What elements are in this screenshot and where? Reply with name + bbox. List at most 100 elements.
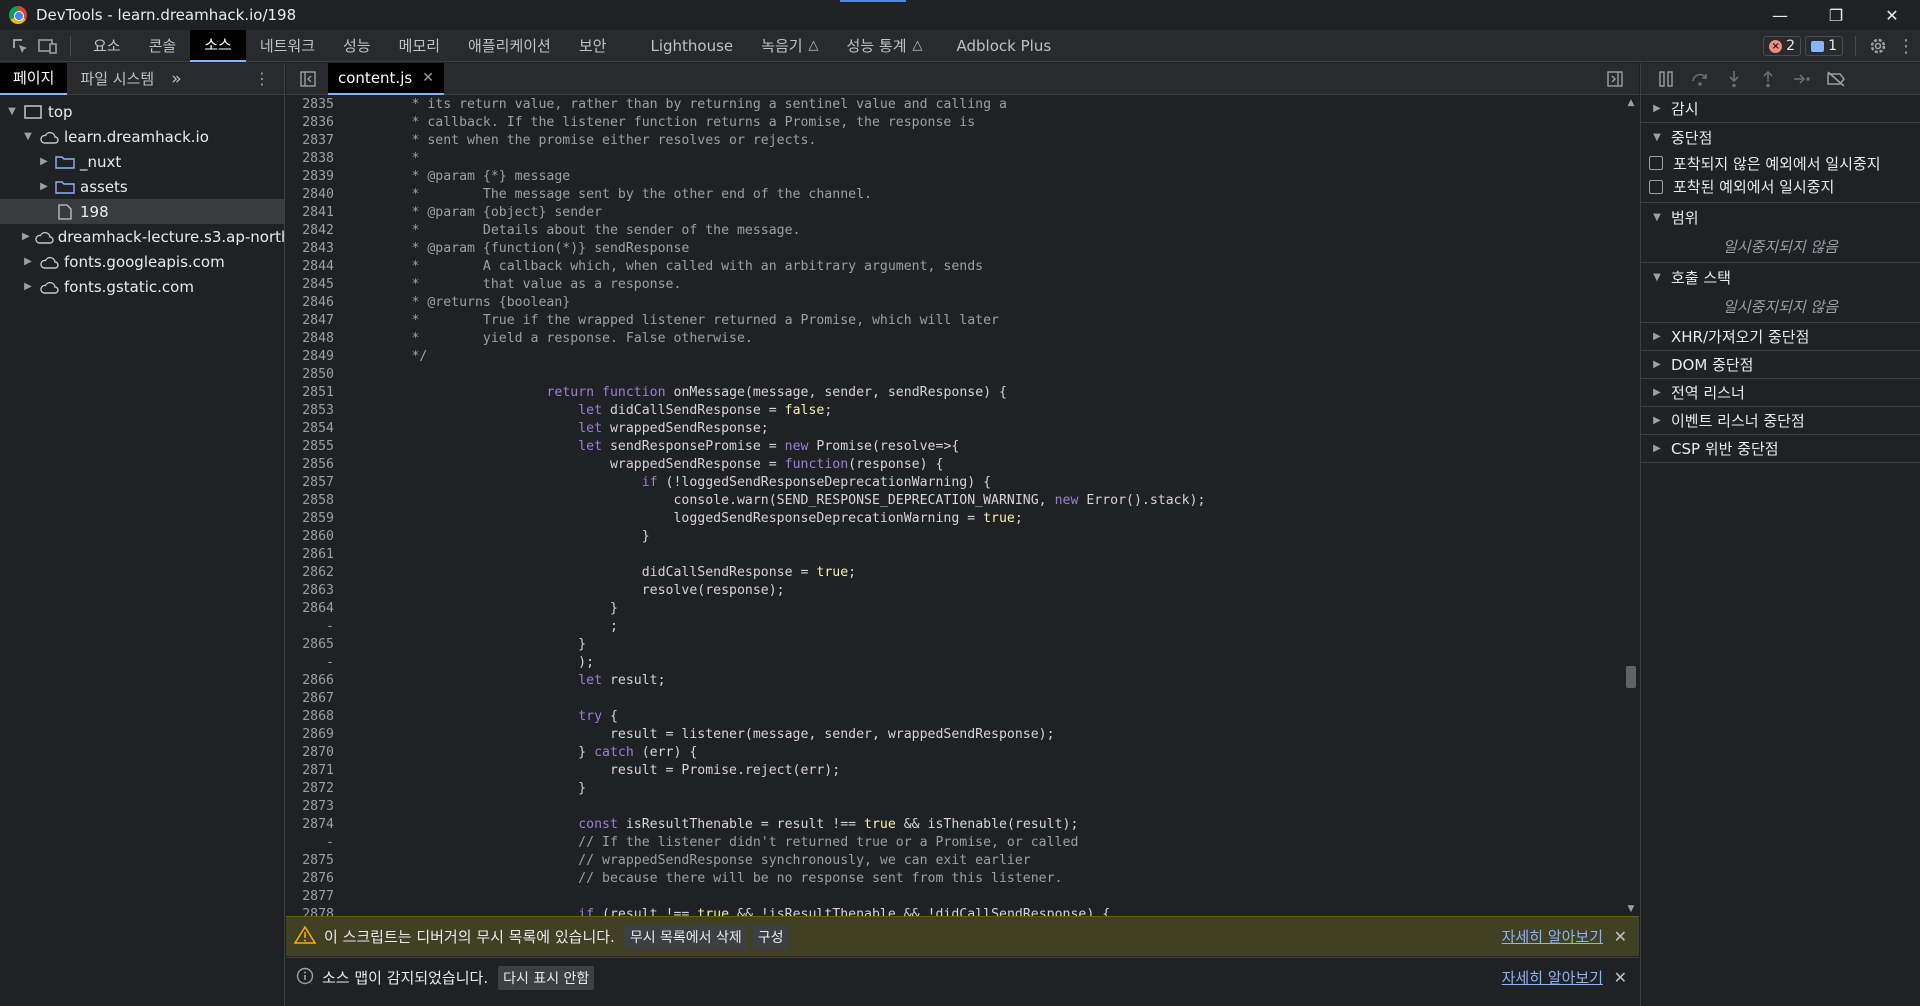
line-number[interactable]: 2863 xyxy=(286,583,334,598)
line-number[interactable]: 2870 xyxy=(286,745,334,760)
tab-lighthouse[interactable]: Lighthouse xyxy=(620,30,747,62)
line-number[interactable]: 2875 xyxy=(286,853,334,868)
event-listener-breakpoints-section[interactable]: ▶ 이벤트 리스너 중단점 xyxy=(1641,407,1920,435)
editor-tab-content-js[interactable]: content.js ✕ xyxy=(328,62,444,95)
line-number[interactable]: 2874 xyxy=(286,817,334,832)
line-number[interactable]: 2878 xyxy=(286,907,334,916)
line-number[interactable]: 2842 xyxy=(286,223,334,238)
csp-breakpoints-section[interactable]: ▶ CSP 위반 중단점 xyxy=(1641,435,1920,463)
restore-icon[interactable]: ❐ xyxy=(1808,0,1864,30)
line-number[interactable]: 2859 xyxy=(286,511,334,526)
line-number[interactable]: 2844 xyxy=(286,259,334,274)
navigator-menu-icon[interactable]: ⋮ xyxy=(254,69,270,88)
inspect-element-icon[interactable] xyxy=(6,32,34,60)
device-toolbar-icon[interactable] xyxy=(34,32,62,60)
dom-breakpoints-section[interactable]: ▶ DOM 중단점 xyxy=(1641,351,1920,379)
configure-button[interactable]: 구성 xyxy=(752,924,789,949)
tab-sources[interactable]: 소스 xyxy=(190,29,246,62)
editor-scrollbar[interactable]: ▲ ▼ xyxy=(1623,96,1639,916)
line-number[interactable]: 2857 xyxy=(286,475,334,490)
more-options-icon[interactable]: ⋮ xyxy=(1892,32,1920,60)
pause-uncaught-option[interactable]: 포착되지 않은 예외에서 일시중지 xyxy=(1641,151,1920,175)
line-number[interactable]: 2871 xyxy=(286,763,334,778)
line-number[interactable]: 2873 xyxy=(286,799,334,814)
tab-console[interactable]: 콘솔 xyxy=(135,30,191,62)
toggle-navigator-icon[interactable] xyxy=(294,65,322,93)
line-number[interactable]: 2877 xyxy=(286,889,334,904)
line-number[interactable]: 2835 xyxy=(286,97,334,112)
close-infobar-icon[interactable]: ✕ xyxy=(1614,968,1627,987)
settings-gear-icon[interactable] xyxy=(1864,32,1892,60)
close-tab-icon[interactable]: ✕ xyxy=(422,70,434,86)
scroll-thumb[interactable] xyxy=(1626,666,1636,688)
line-number[interactable]: 2864 xyxy=(286,601,334,616)
deactivate-breakpoints-icon[interactable] xyxy=(1819,65,1853,93)
close-infobar-icon[interactable]: ✕ xyxy=(1614,927,1627,946)
tab-network[interactable]: 네트워크 xyxy=(246,30,329,62)
tab-security[interactable]: 보안 xyxy=(565,30,621,62)
close-icon[interactable]: ✕ xyxy=(1864,0,1920,30)
callstack-section[interactable]: ▼ 호출 스택 xyxy=(1641,263,1920,291)
more-tabs-icon[interactable]: » xyxy=(167,63,185,95)
step-out-icon[interactable] xyxy=(1751,65,1785,93)
tab-recorder[interactable]: 녹음기 △ xyxy=(747,30,832,62)
line-number[interactable]: 2843 xyxy=(286,241,334,256)
line-number[interactable]: 2861 xyxy=(286,547,334,562)
line-number[interactable]: 2851 xyxy=(286,385,334,400)
dont-show-again-button[interactable]: 다시 표시 안함 xyxy=(498,965,595,990)
line-number[interactable]: 2846 xyxy=(286,295,334,310)
line-number[interactable]: 2840 xyxy=(286,187,334,202)
line-number[interactable]: 2838 xyxy=(286,151,334,166)
tree-item-domain[interactable]: ▶ fonts.googleapis.com xyxy=(0,249,284,274)
line-number[interactable]: 2850 xyxy=(286,367,334,382)
tree-item-domain[interactable]: ▼ learn.dreamhack.io xyxy=(0,124,284,149)
pause-uncaught-checkbox[interactable] xyxy=(1649,156,1663,170)
scope-section[interactable]: ▼ 범위 xyxy=(1641,203,1920,231)
tab-performance[interactable]: 성능 xyxy=(329,30,385,62)
tab-application[interactable]: 애플리케이션 xyxy=(454,30,565,62)
line-number[interactable]: 2867 xyxy=(286,691,334,706)
step-icon[interactable] xyxy=(1785,65,1819,93)
tree-item-domain[interactable]: ▶ fonts.gstatic.com xyxy=(0,274,284,299)
line-number[interactable]: 2869 xyxy=(286,727,334,742)
tab-memory[interactable]: 메모리 xyxy=(385,30,454,62)
scroll-down-icon[interactable]: ▼ xyxy=(1623,904,1639,914)
line-number[interactable]: 2872 xyxy=(286,781,334,796)
line-number[interactable]: - xyxy=(286,619,334,634)
line-number[interactable]: 2866 xyxy=(286,673,334,688)
line-number[interactable]: 2854 xyxy=(286,421,334,436)
tab-filesystem[interactable]: 파일 시스템 xyxy=(67,63,167,95)
line-number[interactable]: 2865 xyxy=(286,637,334,652)
tab-performance-insights[interactable]: 성능 통계 △ xyxy=(833,30,937,62)
learn-more-link[interactable]: 자세히 알아보기 xyxy=(1502,926,1603,947)
xhr-breakpoints-section[interactable]: ▶ XHR/가져오기 중단점 xyxy=(1641,323,1920,351)
line-number[interactable]: - xyxy=(286,655,334,670)
watch-section[interactable]: ▶ 감시 xyxy=(1641,95,1920,123)
step-into-icon[interactable] xyxy=(1717,65,1751,93)
minimize-icon[interactable]: — xyxy=(1752,0,1808,30)
step-over-icon[interactable] xyxy=(1683,65,1717,93)
line-number[interactable]: 2860 xyxy=(286,529,334,544)
learn-more-link[interactable]: 자세히 알아보기 xyxy=(1502,967,1603,988)
line-number[interactable]: 2876 xyxy=(286,871,334,886)
pause-caught-checkbox[interactable] xyxy=(1649,179,1663,194)
line-number[interactable]: 2858 xyxy=(286,493,334,508)
tree-item-domain[interactable]: ▶ dreamhack-lecture.s3.ap-northeast-2.am… xyxy=(0,224,284,249)
tree-item-folder[interactable]: ▶ _nuxt xyxy=(0,149,284,174)
line-number[interactable]: 2847 xyxy=(286,313,334,328)
remove-from-ignore-list-button[interactable]: 무시 목록에서 삭제 xyxy=(624,924,747,949)
tree-item-file[interactable]: 198 xyxy=(0,199,284,224)
tab-adblock-plus[interactable]: Adblock Plus xyxy=(937,30,1066,62)
line-number[interactable]: 2845 xyxy=(286,277,334,292)
code-view[interactable]: 2835 * its return value, rather than by … xyxy=(286,96,1623,916)
tree-item-folder[interactable]: ▶ assets xyxy=(0,174,284,199)
tree-item-top[interactable]: ▼ top xyxy=(0,99,284,124)
line-number[interactable]: 2841 xyxy=(286,205,334,220)
tab-page[interactable]: 페이지 xyxy=(0,62,68,95)
global-listeners-section[interactable]: ▶ 전역 리스너 xyxy=(1641,379,1920,407)
line-number[interactable]: 2856 xyxy=(286,457,334,472)
line-number[interactable]: - xyxy=(286,835,334,850)
line-number[interactable]: 2849 xyxy=(286,349,334,364)
line-number[interactable]: 2836 xyxy=(286,115,334,130)
tab-elements[interactable]: 요소 xyxy=(79,30,135,62)
